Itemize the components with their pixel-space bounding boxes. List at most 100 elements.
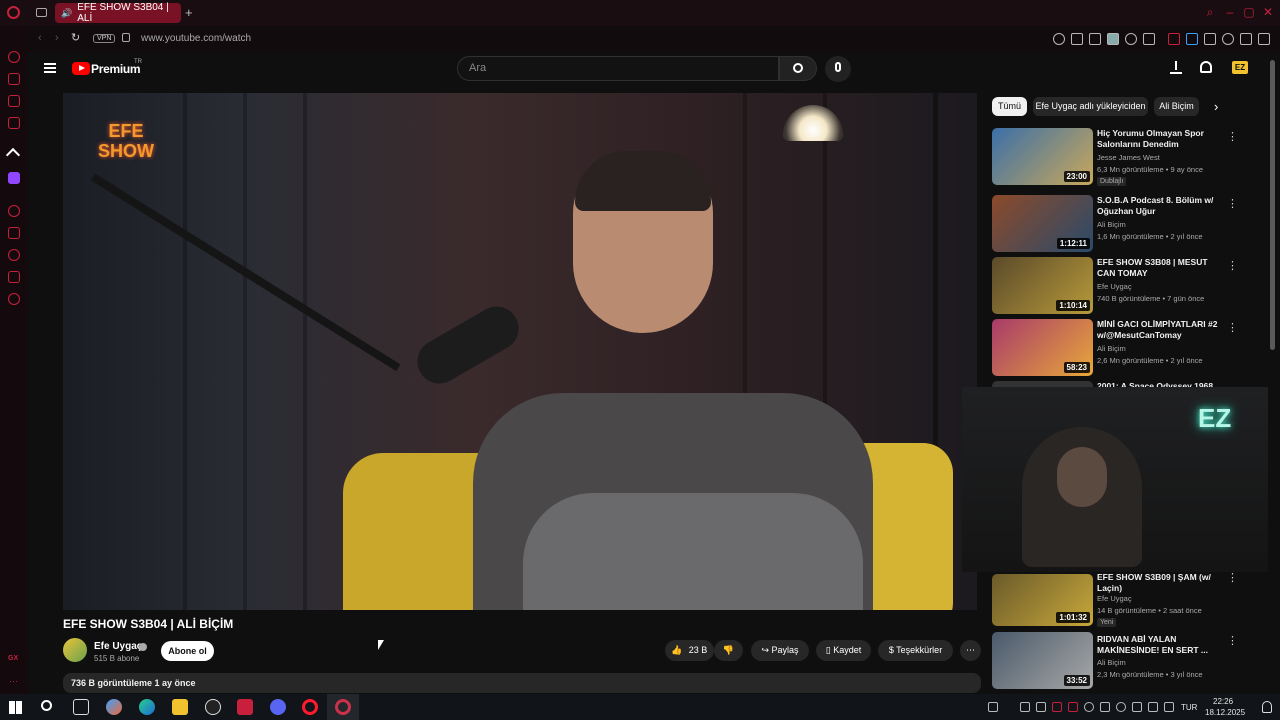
mic-icon[interactable] [1116,702,1126,712]
video-thumbnail[interactable]: 23:00 [992,128,1093,185]
subscribe-button[interactable]: Abone ol [161,641,214,661]
close-icon[interactable]: ✕ [1262,6,1274,18]
folder-icon[interactable] [172,699,188,715]
minimize-icon[interactable]: – [1224,6,1236,18]
tab-active[interactable]: 🔊 EFE SHOW S3B04 | ALİ [55,2,181,24]
volume-icon[interactable] [1164,702,1174,712]
clock-icon[interactable] [8,249,20,261]
search-input[interactable]: Ara [457,56,779,81]
more-vert-icon[interactable]: ⋮ [1227,197,1238,210]
clock-time[interactable]: 22:26 [1213,697,1233,706]
clock-date[interactable]: 18.12.2025 [1205,708,1245,717]
tray-app-icon[interactable] [1100,702,1110,712]
tray-app-icon[interactable] [1036,702,1046,712]
video-thumbnail[interactable]: 1:01:32 [992,574,1093,626]
tab-switcher-icon[interactable] [36,8,47,17]
channel-avatar[interactable] [63,638,87,662]
more-vert-icon[interactable]: ⋮ [1227,634,1238,647]
whatsapp-icon[interactable] [8,117,20,129]
twitch-icon[interactable] [8,172,20,184]
list-item[interactable]: 23:00 Hiç Yorumu Olmayan Spor Salonların… [992,128,1242,188]
more-icon[interactable]: ··· [9,676,18,686]
like-button[interactable]: 👍 23 B [665,640,714,661]
more-vert-icon[interactable]: ⋮ [1227,321,1238,334]
save-button[interactable]: ▯ Kaydet [816,640,871,661]
search-tabs-icon[interactable]: ⌕ [1204,6,1216,18]
voice-search-button[interactable] [825,56,851,82]
download-icon[interactable] [1240,33,1252,45]
rec-channel[interactable]: Jesse James West [1097,153,1160,162]
bell-icon[interactable] [1200,61,1212,73]
new-tab-button[interactable]: + [185,5,193,20]
rec-title[interactable]: EFE SHOW S3B09 | ŞAM (w/ Laçin) [1097,572,1222,594]
discord-icon[interactable] [270,699,286,715]
description-box[interactable]: 736 B görüntüleme 1 ay önce [63,673,981,693]
snapshot-icon[interactable] [1089,33,1101,45]
list-item[interactable]: 1:01:32 EFE SHOW S3B09 | ŞAM (w/ Laçin) … [992,569,1242,629]
profile-icon[interactable] [1222,33,1234,45]
upload-icon[interactable] [1170,61,1182,74]
opera-logo-icon[interactable] [7,6,20,19]
url-text[interactable]: www.youtube.com/watch [141,33,251,44]
video-thumbnail[interactable]: 58:23 [992,319,1093,376]
rec-title[interactable]: RIDVAN ABİ YALAN MAKİNESİNDE! EN SERT ..… [1097,634,1222,656]
video-thumbnail[interactable]: 1:12:11 [992,195,1093,252]
translate-icon[interactable] [1186,33,1198,45]
app-red-icon[interactable] [237,699,253,715]
rec-channel[interactable]: Efe Uygaç [1097,594,1132,603]
cube-icon[interactable] [8,227,20,239]
rec-channel[interactable]: Efe Uygaç [1097,282,1132,291]
video-thumbnail[interactable]: 1:10:14 [992,257,1093,314]
share-button[interactable]: ↪ Paylaş [751,640,809,661]
rec-channel[interactable]: Ali Biçim [1097,658,1126,667]
play-icon[interactable] [1143,33,1155,45]
speed-dial-icon[interactable] [8,51,20,63]
opera-icon[interactable] [302,699,318,715]
copilot-icon[interactable] [106,699,122,715]
rec-channel[interactable]: Ali Biçim [1097,220,1126,229]
rec-channel[interactable]: Ali Biçim [1097,344,1126,353]
gx-icon[interactable]: GX [8,655,18,662]
account-avatar[interactable]: EZ [1232,61,1248,74]
tray-app-icon[interactable] [1084,702,1094,712]
settings-icon[interactable] [8,293,20,305]
history-icon[interactable] [8,205,20,217]
task-view-icon[interactable] [73,699,89,715]
windows-start-icon[interactable] [9,701,22,714]
thanks-button[interactable]: $ Teşekkürler [878,640,953,661]
tray-app-icon[interactable] [1132,702,1142,712]
menu-icon[interactable] [1258,33,1270,45]
forward-icon[interactable]: › [55,32,59,44]
network-icon[interactable] [1148,702,1158,712]
more-vert-icon[interactable]: ⋮ [1227,571,1238,584]
shield-icon[interactable] [1107,33,1119,45]
video-thumbnail[interactable]: 33:52 [992,632,1093,689]
rec-title[interactable]: S.O.B.A Podcast 8. Bölüm w/ Oğuzhan Uğur [1097,195,1222,217]
tray-app-icon[interactable] [1020,702,1030,712]
rec-title[interactable]: MİNİ GACI OLİMPİYATLARI #2 w/@MesutCanTo… [1097,319,1222,341]
pin-icon[interactable] [1071,33,1083,45]
zoom-icon[interactable] [1053,33,1065,45]
tray-app-icon[interactable] [1068,702,1078,712]
reload-icon[interactable]: ↻ [71,31,80,44]
list-item[interactable]: 58:23 MİNİ GACI OLİMPİYATLARI #2 w/@Mesu… [992,319,1242,379]
more-vert-icon[interactable]: ⋮ [1227,259,1238,272]
player-icon[interactable] [8,271,20,283]
obs-icon[interactable] [205,699,221,715]
search-button[interactable] [779,56,817,81]
chip-all[interactable]: Tümü [992,97,1027,116]
edge-icon[interactable] [139,699,155,715]
tray-app-icon[interactable] [988,702,998,712]
video-player[interactable]: EFE SHOW [63,93,977,610]
maximize-icon[interactable]: ▢ [1243,6,1255,18]
speaker-icon[interactable]: 🔊 [61,8,72,19]
notifications-icon[interactable] [1262,701,1272,713]
heart-icon[interactable] [1125,33,1137,45]
more-actions-button[interactable]: ⋯ [960,640,981,661]
messenger-icon[interactable] [8,95,20,107]
search-icon[interactable] [41,700,52,711]
ai-icon[interactable] [1168,33,1180,45]
chip-ali-bicim[interactable]: Ali Biçim [1154,97,1199,116]
chevron-right-icon[interactable]: › [1214,99,1218,114]
rec-title[interactable]: EFE SHOW S3B08 | MESUT CAN TOMAY [1097,257,1222,279]
